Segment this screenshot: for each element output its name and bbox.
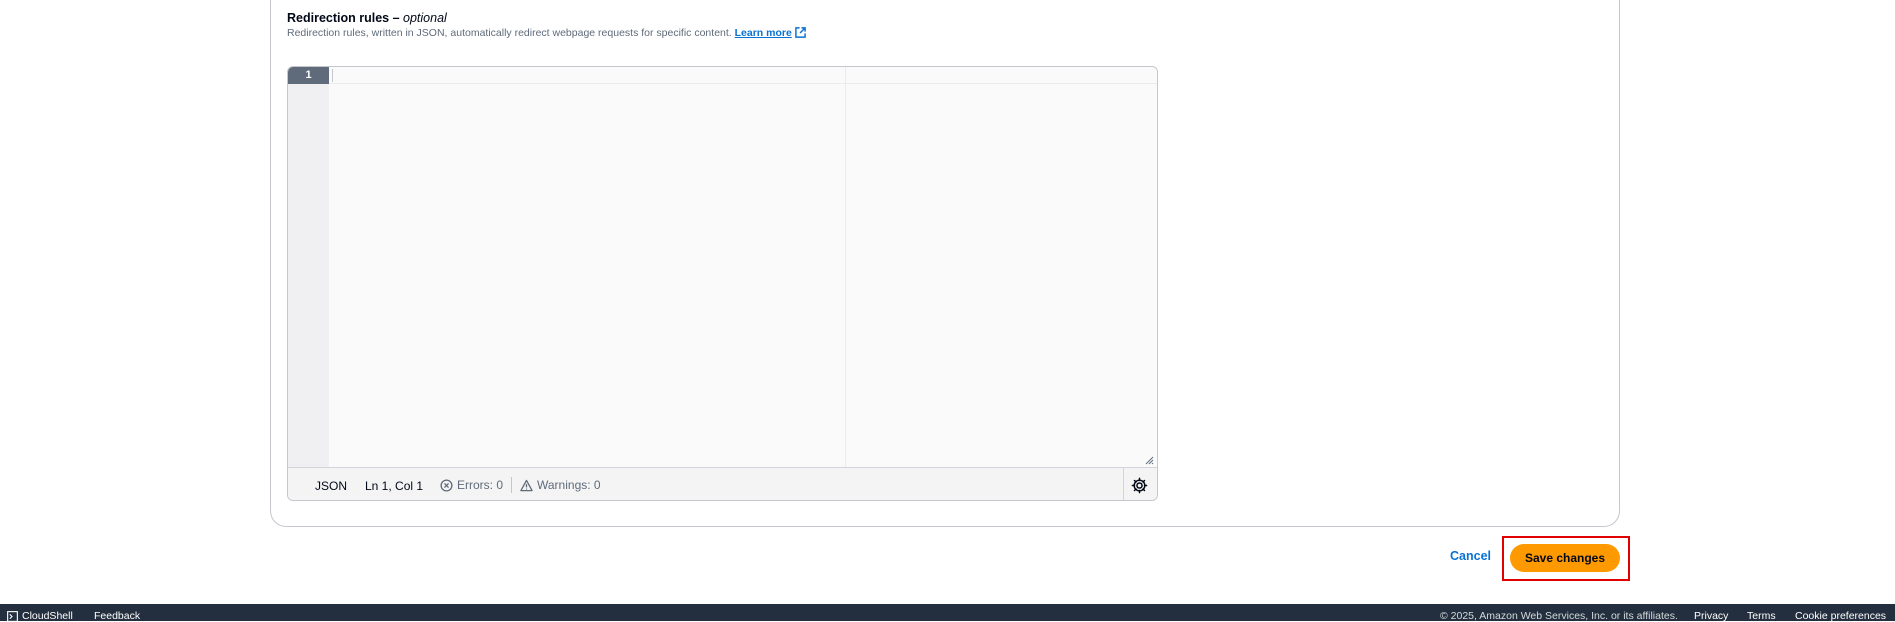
copyright-text: © 2025, Amazon Web Services, Inc. or its… bbox=[1440, 610, 1678, 622]
learn-more-label: Learn more bbox=[734, 27, 792, 39]
line-number: 1 bbox=[288, 67, 329, 84]
feedback-link[interactable]: Feedback bbox=[94, 610, 140, 622]
resize-handle-icon[interactable] bbox=[1144, 455, 1154, 465]
status-errors[interactable]: Errors: 0 bbox=[440, 478, 503, 492]
field-optional-tag: optional bbox=[403, 11, 447, 25]
field-description: Redirection rules, written in JSON, auto… bbox=[287, 27, 806, 39]
privacy-link[interactable]: Privacy bbox=[1694, 610, 1728, 622]
console-footer: CloudShell Feedback © 2025, Amazon Web S… bbox=[0, 604, 1895, 622]
field-label-dash: – bbox=[389, 11, 404, 25]
cookie-preferences-link[interactable]: Cookie preferences bbox=[1795, 610, 1886, 622]
status-warnings[interactable]: Warnings: 0 bbox=[520, 478, 601, 492]
field-description-text: Redirection rules, written in JSON, auto… bbox=[287, 27, 732, 39]
terms-link[interactable]: Terms bbox=[1747, 610, 1776, 622]
terminal-icon bbox=[7, 610, 18, 622]
status-language: JSON bbox=[315, 479, 348, 493]
error-icon bbox=[440, 478, 453, 492]
print-margin bbox=[845, 67, 846, 467]
cloudshell-label: CloudShell bbox=[22, 610, 73, 622]
json-code-editor[interactable]: 1 JSON Ln 1, Col 1 Errors: 0 Warnings: 0 bbox=[287, 66, 1158, 501]
field-label: Redirection rules – optional bbox=[287, 11, 447, 25]
active-line bbox=[329, 67, 1157, 84]
warning-icon bbox=[520, 479, 533, 491]
cancel-button[interactable]: Cancel bbox=[1450, 549, 1491, 563]
editor-status-bar: JSON Ln 1, Col 1 Errors: 0 Warnings: 0 bbox=[288, 467, 1157, 500]
status-divider bbox=[1123, 468, 1124, 500]
field-label-text: Redirection rules bbox=[287, 11, 390, 25]
external-link-icon bbox=[794, 27, 806, 38]
save-changes-button[interactable]: Save changes bbox=[1510, 544, 1620, 572]
warnings-count: Warnings: 0 bbox=[537, 478, 601, 492]
gear-icon[interactable] bbox=[1131, 477, 1148, 494]
status-separator bbox=[511, 477, 512, 493]
text-cursor bbox=[332, 69, 333, 82]
errors-count: Errors: 0 bbox=[457, 478, 504, 492]
editor-gutter bbox=[288, 67, 329, 467]
cloudshell-link[interactable]: CloudShell bbox=[7, 610, 73, 622]
learn-more-link[interactable]: Learn more bbox=[735, 27, 806, 39]
status-cursor-position: Ln 1, Col 1 bbox=[365, 479, 424, 493]
